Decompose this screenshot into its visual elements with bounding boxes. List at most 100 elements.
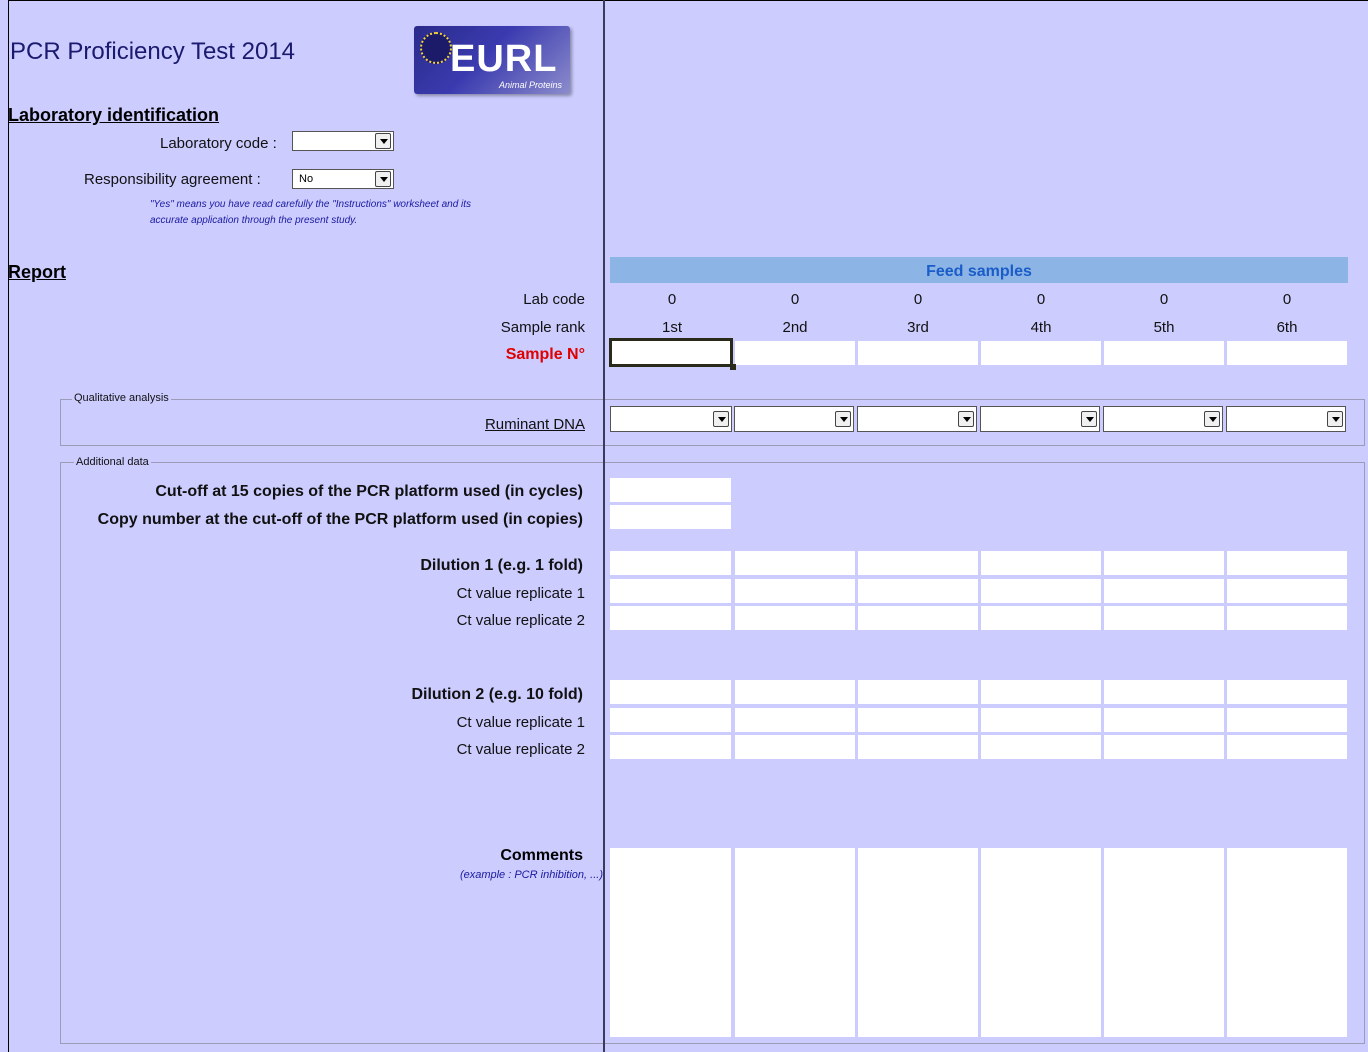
- sample-number-input-3[interactable]: [858, 341, 978, 365]
- comments-input-4[interactable]: [981, 848, 1101, 1037]
- agreement-note-line1: "Yes" means you have read carefully the …: [150, 199, 472, 210]
- lab-code-value-3: 0: [913, 291, 923, 308]
- dilution1-input-2[interactable]: [735, 551, 855, 575]
- ruminant-dna-dropdown-1[interactable]: [610, 406, 732, 432]
- dilution1-input-6[interactable]: [1227, 551, 1347, 575]
- dilution1-ct1-input-4[interactable]: [981, 579, 1101, 603]
- chevron-down-icon[interactable]: [1327, 411, 1343, 427]
- lab-code-value-1: 0: [667, 291, 677, 308]
- ruminant-dna-dropdown-3[interactable]: [857, 406, 977, 432]
- dilution1-ct1-input-5[interactable]: [1104, 579, 1224, 603]
- agreement-dropdown[interactable]: No: [292, 169, 394, 189]
- dilution2-input-3[interactable]: [858, 680, 978, 704]
- lab-identification-heading: Laboratory identification: [8, 105, 220, 125]
- sample-number-input-6[interactable]: [1227, 341, 1347, 365]
- dilution1-input-5[interactable]: [1104, 551, 1224, 575]
- chevron-down-icon[interactable]: [1081, 411, 1097, 427]
- sheet-left-border: [8, 0, 9, 1052]
- chevron-down-icon[interactable]: [375, 171, 391, 187]
- dilution2-input-4[interactable]: [981, 680, 1101, 704]
- dilution2-ct1-input-1[interactable]: [610, 708, 731, 732]
- worksheet: PCR Proficiency Test 2014 EURL Animal Pr…: [0, 0, 1368, 1052]
- sample-number-input-4[interactable]: [981, 341, 1101, 365]
- logo-subtitle: Animal Proteins: [498, 80, 562, 90]
- chevron-down-icon[interactable]: [1204, 411, 1220, 427]
- comments-input-6[interactable]: [1227, 848, 1347, 1037]
- freeze-pane-divider: [603, 0, 605, 1052]
- logo-text: EURL: [450, 38, 558, 80]
- dilution2-ct1-input-4[interactable]: [981, 708, 1101, 732]
- dilution1-ct2-input-3[interactable]: [858, 606, 978, 630]
- dilution2-input-6[interactable]: [1227, 680, 1347, 704]
- lab-code-value-5: 0: [1159, 291, 1169, 308]
- dilution2-ct1-input-6[interactable]: [1227, 708, 1347, 732]
- lab-code-value-2: 0: [790, 291, 800, 308]
- sample-rank-4: 4th: [1030, 319, 1052, 336]
- ruminant-dna-dropdown-4[interactable]: [980, 406, 1100, 432]
- sample-number-label: Sample N°: [505, 346, 585, 363]
- dilution1-ct2-input-6[interactable]: [1227, 606, 1347, 630]
- additional-data-label: Additional data: [74, 456, 151, 468]
- dilution2-ct2-input-3[interactable]: [858, 735, 978, 759]
- dilution2-ct2-label: Ct value replicate 2: [456, 741, 585, 758]
- dilution2-input-2[interactable]: [735, 680, 855, 704]
- dilution2-ct1-input-2[interactable]: [735, 708, 855, 732]
- dilution2-ct1-label: Ct value replicate 1: [456, 714, 585, 731]
- ruminant-dna-dropdown-2[interactable]: [734, 406, 854, 432]
- dilution1-ct2-input-5[interactable]: [1104, 606, 1224, 630]
- sheet-top-border: [8, 0, 1368, 1]
- dilution2-ct2-input-5[interactable]: [1104, 735, 1224, 759]
- lab-code-dropdown[interactable]: [292, 131, 394, 151]
- sample-number-input-5[interactable]: [1104, 341, 1224, 365]
- chevron-down-icon[interactable]: [835, 411, 851, 427]
- fill-handle[interactable]: [730, 364, 736, 370]
- sample-number-input-2[interactable]: [735, 341, 855, 365]
- dilution1-ct2-input-1[interactable]: [610, 606, 731, 630]
- dilution2-input-1[interactable]: [610, 680, 731, 704]
- dilution1-ct1-input-2[interactable]: [735, 579, 855, 603]
- dilution2-ct2-input-1[interactable]: [610, 735, 731, 759]
- comments-input-3[interactable]: [858, 848, 978, 1037]
- ruminant-dna-dropdown-6[interactable]: [1226, 406, 1346, 432]
- dilution2-ct1-input-5[interactable]: [1104, 708, 1224, 732]
- chevron-down-icon[interactable]: [713, 411, 729, 427]
- chevron-down-icon[interactable]: [375, 133, 391, 149]
- dilution1-ct1-input-3[interactable]: [858, 579, 978, 603]
- dilution2-ct2-input-4[interactable]: [981, 735, 1101, 759]
- comments-input-1[interactable]: [610, 848, 731, 1037]
- dilution1-input-3[interactable]: [858, 551, 978, 575]
- copy-number-input[interactable]: [610, 505, 731, 529]
- dilution1-ct2-input-2[interactable]: [735, 606, 855, 630]
- qualitative-analysis-label: Qualitative analysis: [72, 392, 171, 404]
- dilution1-input-4[interactable]: [981, 551, 1101, 575]
- dilution2-ct1-input-3[interactable]: [858, 708, 978, 732]
- dilution2-input-5[interactable]: [1104, 680, 1224, 704]
- dilution2-label: Dilution 2 (e.g. 10 fold): [411, 686, 583, 703]
- lab-code-row-label: Lab code: [523, 291, 585, 308]
- sample-rank-6: 6th: [1276, 319, 1298, 336]
- ruminant-dna-label: Ruminant DNA: [484, 416, 585, 433]
- ruminant-dna-dropdown-5[interactable]: [1103, 406, 1223, 432]
- dilution1-ct2-input-4[interactable]: [981, 606, 1101, 630]
- eu-stars-icon: [420, 32, 452, 64]
- eurl-logo: EURL Animal Proteins: [414, 26, 570, 94]
- dilution1-input-1[interactable]: [610, 551, 731, 575]
- dilution2-ct2-input-6[interactable]: [1227, 735, 1347, 759]
- agreement-label: Responsibility agreement :: [84, 171, 261, 188]
- page-title: PCR Proficiency Test 2014: [10, 38, 296, 65]
- comments-input-5[interactable]: [1104, 848, 1224, 1037]
- dilution1-ct1-input-6[interactable]: [1227, 579, 1347, 603]
- sample-rank-5: 5th: [1153, 319, 1175, 336]
- comments-example-note: (example : PCR inhibition, ...): [459, 869, 603, 881]
- sample-number-input-1-selected[interactable]: [609, 338, 733, 367]
- comments-input-2[interactable]: [735, 848, 855, 1037]
- cutoff-input[interactable]: [610, 478, 731, 502]
- dilution1-ct1-input-1[interactable]: [610, 579, 731, 603]
- cutoff-label: Cut-off at 15 copies of the PCR platform…: [155, 483, 583, 500]
- agreement-note-line2: accurate application through the present…: [150, 215, 358, 226]
- chevron-down-icon[interactable]: [958, 411, 974, 427]
- copy-number-label: Copy number at the cut-off of the PCR pl…: [97, 511, 583, 528]
- lab-code-value-4: 0: [1036, 291, 1046, 308]
- sample-rank-1: 1st: [661, 319, 682, 336]
- dilution2-ct2-input-2[interactable]: [735, 735, 855, 759]
